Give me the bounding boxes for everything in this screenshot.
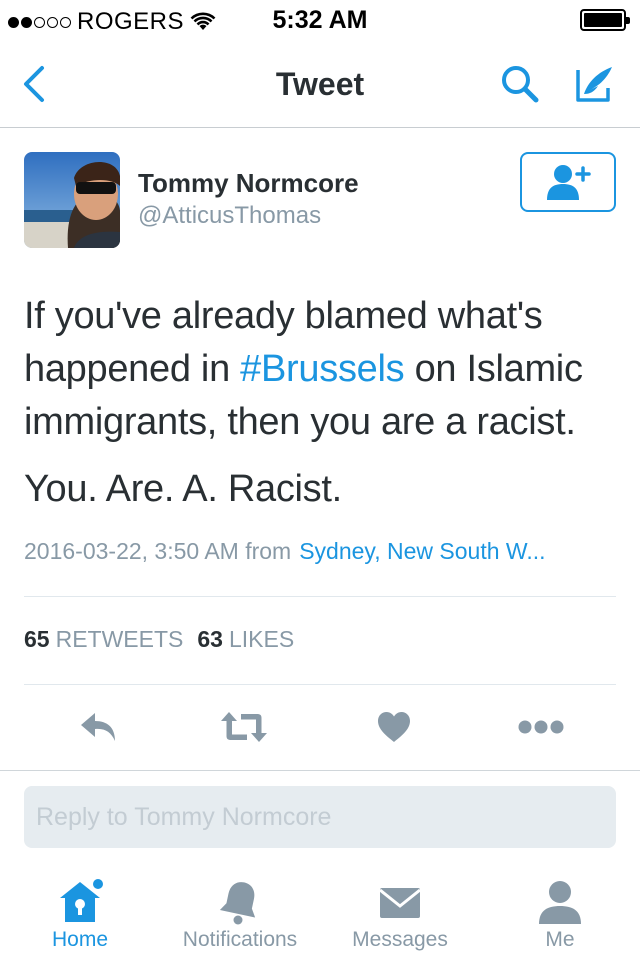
person-icon (539, 881, 581, 924)
tweet-paragraph-2: You. Are. A. Racist. (24, 468, 342, 510)
reply-input[interactable] (24, 786, 616, 848)
retweet-button[interactable] (219, 704, 269, 750)
add-user-icon (547, 165, 591, 200)
divider (0, 770, 640, 771)
tab-label: Notifications (182, 928, 298, 951)
tab-home[interactable]: Home (0, 874, 160, 960)
tab-messages[interactable]: Messages (320, 874, 480, 960)
bell-icon (219, 882, 256, 925)
hashtag-link[interactable]: #Brussels (240, 348, 404, 390)
retweet-icon (221, 712, 267, 742)
author-name[interactable]: Tommy Normcore (138, 168, 359, 199)
reply-button[interactable] (74, 704, 124, 750)
compose-icon[interactable] (572, 62, 616, 106)
tab-me[interactable]: Me (480, 874, 640, 960)
tab-label: Me (545, 928, 575, 951)
heart-icon (378, 712, 410, 742)
retweets-label: RETWEETS (55, 626, 184, 652)
divider (24, 684, 616, 685)
status-bar: ROGERS 5:32 AM (0, 0, 640, 40)
page-title: Tweet (275, 66, 365, 102)
tab-notifications[interactable]: Notifications (160, 874, 320, 960)
retweets-count: 65 (24, 626, 50, 652)
retweets-stat[interactable]: 65 RETWEETS (24, 626, 183, 653)
divider (24, 596, 616, 597)
likes-count: 63 (197, 626, 223, 652)
search-icon[interactable] (498, 62, 542, 106)
tweet-paragraph: If you've already blamed what's happened… (24, 295, 583, 443)
avatar[interactable] (24, 152, 120, 248)
battery-icon (580, 9, 630, 31)
author-handle[interactable]: @AtticusThomas (138, 202, 321, 230)
tweet-meta: 2016-03-22, 3:50 AM from Sydney, New Sout… (24, 538, 546, 565)
location-link[interactable]: Sydney, New South W... (299, 538, 545, 564)
status-time: 5:32 AM (272, 6, 368, 34)
like-button[interactable] (369, 704, 419, 750)
envelope-icon (379, 888, 421, 918)
tweet-stats: 65 RETWEETS 63 LIKES (24, 626, 294, 653)
likes-stat[interactable]: 63 LIKES (197, 626, 294, 653)
reply-icon (81, 713, 115, 741)
tab-label: Messages (352, 928, 448, 951)
tweet-text: If you've already blamed what's happened… (24, 290, 620, 530)
tab-label: Home (51, 928, 109, 951)
likes-label: LIKES (228, 626, 295, 652)
home-icon (60, 879, 103, 922)
more-dots-icon (518, 720, 564, 734)
follow-button[interactable] (520, 152, 616, 212)
more-button[interactable] (516, 704, 566, 750)
nav-bar: Tweet (0, 40, 640, 128)
tweet-timestamp: 2016-03-22, 3:50 AM from (24, 538, 292, 564)
